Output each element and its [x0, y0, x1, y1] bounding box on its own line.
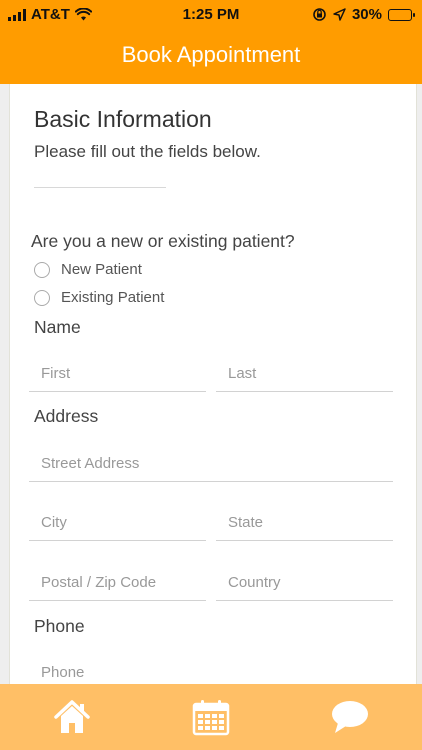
radio-label: Existing Patient	[61, 289, 165, 306]
patient-type-question: Are you a new or existing patient?	[31, 231, 295, 251]
page-title: Book Appointment	[121, 42, 301, 67]
radio-button[interactable]	[34, 261, 50, 278]
battery-icon	[388, 8, 415, 21]
first-name-input[interactable]	[29, 352, 206, 392]
status-bar: AT&T 1:25 PM 30%	[0, 0, 422, 30]
orientation-lock-icon	[313, 8, 326, 21]
address-label: Address	[34, 406, 99, 426]
country-input[interactable]	[216, 561, 393, 601]
city-input[interactable]	[29, 501, 206, 541]
bottom-tab-bar	[0, 684, 422, 750]
name-label: Name	[34, 317, 81, 337]
street-address-input[interactable]	[29, 442, 393, 482]
state-input[interactable]	[216, 501, 393, 541]
app-header: AT&T 1:25 PM 30% Book Appointment	[0, 0, 422, 84]
location-arrow-icon	[333, 8, 346, 21]
last-name-input[interactable]	[216, 352, 393, 392]
tab-home[interactable]	[52, 697, 92, 737]
radio-new-patient[interactable]: New Patient	[34, 261, 142, 278]
radio-existing-patient[interactable]: Existing Patient	[34, 289, 164, 306]
tab-chat[interactable]	[330, 697, 370, 737]
tab-calendar[interactable]	[191, 697, 231, 737]
divider	[34, 187, 166, 188]
phone-input[interactable]	[29, 651, 393, 684]
chat-icon	[332, 701, 368, 733]
battery-percent: 30%	[351, 6, 382, 23]
section-title: Basic Information	[34, 106, 212, 132]
radio-label: New Patient	[61, 261, 142, 278]
home-icon	[54, 700, 90, 733]
radio-button[interactable]	[34, 289, 50, 306]
form-card: Basic Information Please fill out the fi…	[9, 84, 417, 684]
phone-label: Phone	[34, 616, 85, 636]
section-subtitle: Please fill out the fields below.	[34, 142, 261, 161]
zip-code-input[interactable]	[29, 561, 206, 601]
battery-level	[390, 10, 396, 19]
status-right: 30%	[312, 6, 415, 23]
calendar-icon	[192, 700, 230, 736]
